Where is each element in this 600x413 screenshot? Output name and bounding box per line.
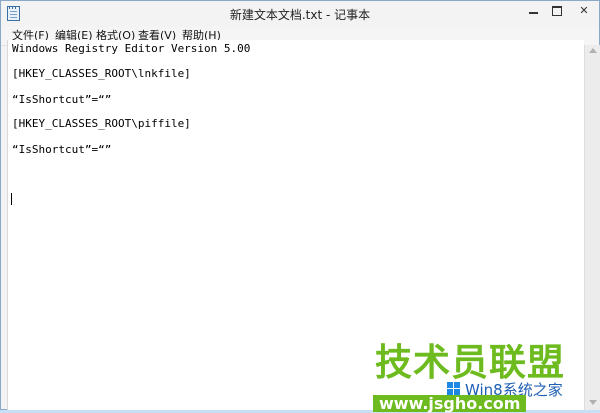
maximize-button[interactable] [545, 1, 569, 21]
text-line: “IsShortcut”=“” [12, 93, 112, 106]
text-line: [HKEY_CLASSES_ROOT\piffile] [12, 117, 191, 130]
scroll-up-icon[interactable] [589, 48, 597, 53]
text-line: [HKEY_CLASSES_ROOT\lnkfile] [12, 67, 191, 80]
close-icon: ✕ [579, 4, 589, 17]
text-line: “IsShortcut”=“” [12, 143, 112, 156]
minimize-button[interactable] [521, 1, 545, 21]
window-title: 新建文本文档.txt - 记事本 [229, 8, 371, 22]
watermark: 技术员联盟 Win8系统之家 www.jsgho.com [369, 341, 599, 412]
text-content[interactable]: Windows Registry Editor Version 5.00 [HK… [12, 40, 572, 156]
text-line: Windows Registry Editor Version 5.00 [12, 42, 251, 55]
text-caret [11, 193, 12, 205]
watermark-url: www.jsgho.com [373, 395, 527, 412]
maximize-icon [552, 6, 562, 16]
title-bar[interactable]: 新建文本文档.txt - 记事本 ✕ [1, 1, 599, 27]
close-button[interactable]: ✕ [569, 1, 599, 21]
notepad-window: 新建文本文档.txt - 记事本 ✕ 文件(F) 编辑(E) 格式(O) 查看(… [0, 0, 600, 412]
minimize-icon [528, 11, 538, 14]
